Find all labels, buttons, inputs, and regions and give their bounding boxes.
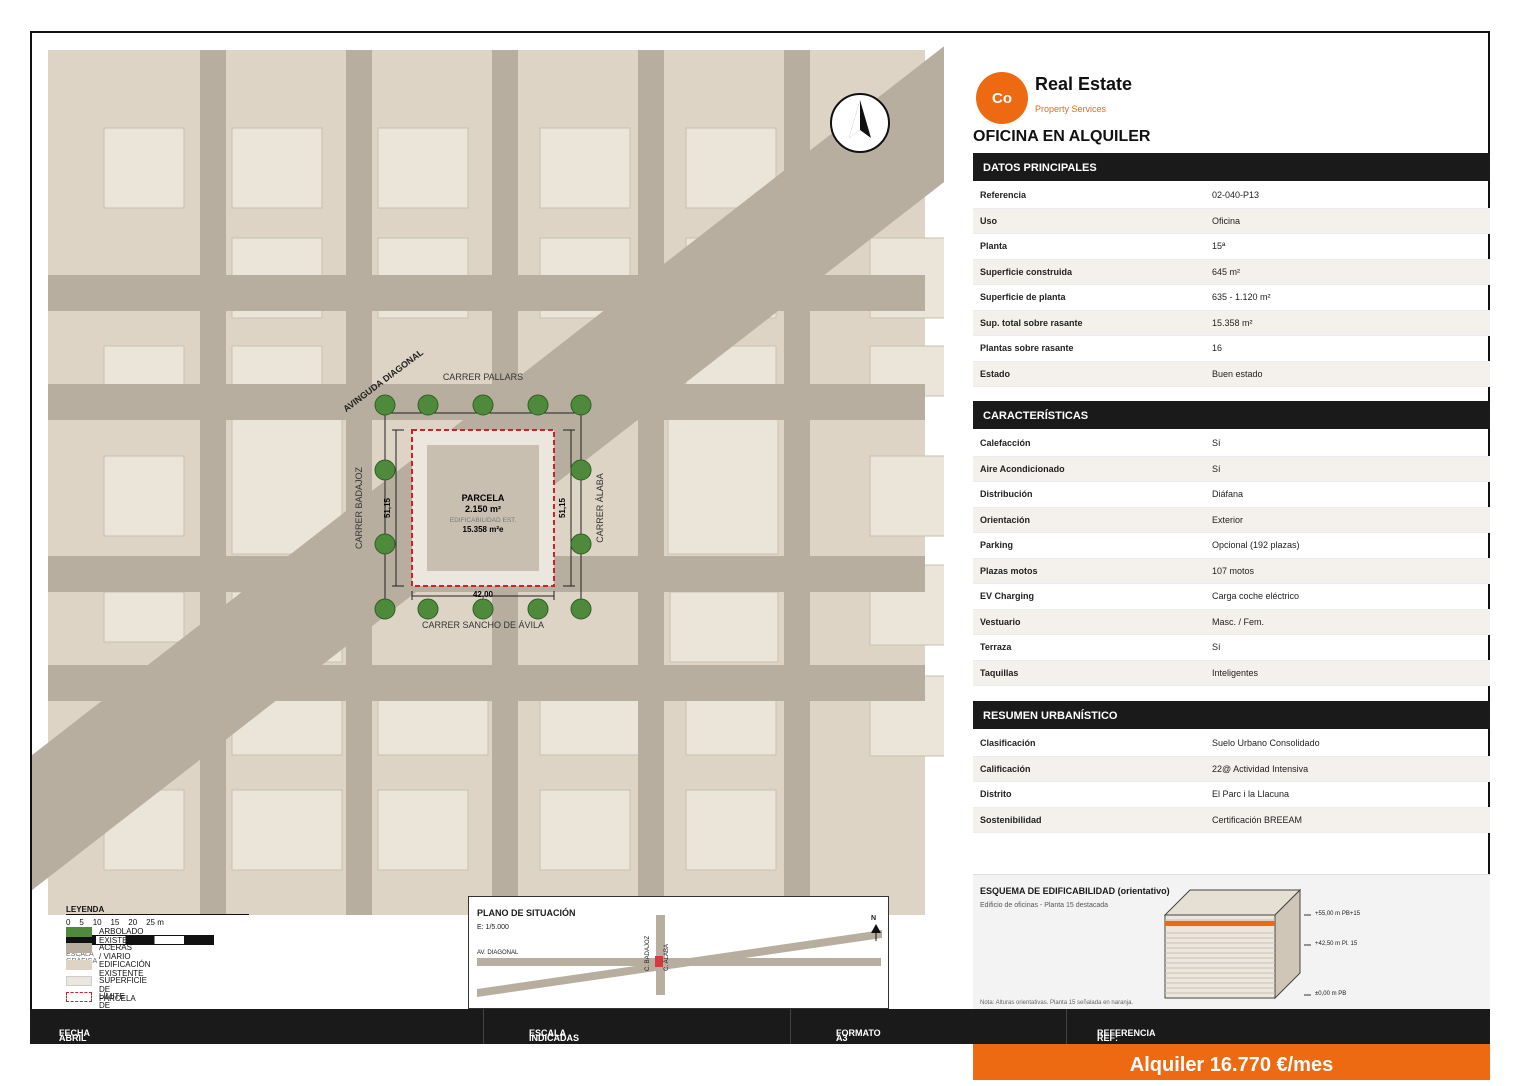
brand-name: Real Estate: [1035, 74, 1133, 94]
north-arrow-icon: [830, 93, 890, 153]
parcel-area: 2.150 m²: [465, 504, 501, 514]
table-row: EV Charging Carga coche eléctrico: [973, 584, 1490, 610]
parcel-edif-value: 15.358 m²e: [463, 525, 504, 534]
street-east: CARRER ÁLABA: [595, 473, 605, 543]
tree-icon: [374, 394, 396, 416]
table-row: Terraza Sí: [973, 635, 1490, 661]
building-block-icon: [1163, 888, 1311, 1000]
parcel-label: PARCELA: [462, 493, 505, 503]
street-west: CARRER BADAJOZ: [354, 466, 364, 549]
level-15: +42,50 m Pl. 15: [1315, 941, 1358, 947]
tree-icon: [527, 394, 549, 416]
table-row: Sup. total sobre rasante 15.358 m²: [973, 310, 1490, 336]
brand-tagline: Property Services: [1035, 104, 1107, 114]
legend: LEYENDA 0 5 10 15 20 25 m ESCALA GRÁFICA…: [66, 905, 249, 1019]
section-heading: DATOS PRINCIPALES: [973, 153, 1490, 181]
location-plan: PLANO DE SITUACIÓN E: 1/5.000 AV. DIAGON…: [468, 896, 889, 1009]
table-row: Planta 15ª: [973, 234, 1490, 260]
table-row: Clasificación Suelo Urbano Consolidado: [973, 731, 1490, 757]
table-row: Superficie de planta 635 - 1.120 m²: [973, 285, 1490, 311]
level-ground: ±0,00 m PB: [1315, 991, 1347, 997]
loc-badajoz: C. BADAJOZ: [645, 935, 651, 971]
diagram-note: Nota: Alturas orientativas. Planta 15 se…: [980, 1000, 1134, 1006]
tree-icon: [472, 598, 494, 620]
table-row: Distrito El Parc i la Llacuna: [973, 782, 1490, 808]
site-map: PARCELA 2.150 m² EDIFICABILIDAD EST. 15.…: [32, 46, 944, 915]
tree-icon: [527, 598, 549, 620]
table-row: Plantas sobre rasante 16: [973, 336, 1490, 362]
tree-icon: [570, 533, 592, 555]
table-row: Vestuario Masc. / Fem.: [973, 609, 1490, 635]
tree-icon: [570, 394, 592, 416]
level-top: +55,00 m PB+15: [1315, 911, 1361, 917]
page-title: OFICINA EN ALQUILER: [973, 128, 1151, 145]
brand-logo: Co: [976, 72, 1028, 124]
loc-alaba: C. ÁLABA: [664, 943, 670, 971]
table-row: Taquillas Inteligentes: [973, 660, 1490, 686]
tree-icon: [417, 394, 439, 416]
datos-principales: DATOS PRINCIPALES Referencia 02-040-P13 U…: [973, 153, 1490, 387]
table-row: Plazas motos 107 motos: [973, 558, 1490, 584]
resumen-urbanistico: RESUMEN URBANÍSTICO Clasificación Suelo U…: [973, 701, 1490, 833]
dim-right: 51,15: [558, 497, 567, 518]
tree-icon: [374, 598, 396, 620]
table-row: Distribución Diáfana: [973, 482, 1490, 508]
tree-icon: [374, 459, 396, 481]
loc-north: N: [871, 915, 877, 922]
buildability-diagram: ESQUEMA DE EDIFICABILIDAD (orientativo) …: [973, 874, 1490, 1011]
dim-bottom: 42,00: [473, 590, 494, 599]
legend-title: LEYENDA: [66, 905, 105, 914]
tree-icon: [570, 598, 592, 620]
table-row: Aire Acondicionado Sí: [973, 456, 1490, 482]
table-row: Orientación Exterior: [973, 507, 1490, 533]
dim-left: 51,15: [383, 497, 392, 518]
table-row: Uso Oficina: [973, 208, 1490, 234]
table-row: Parking Opcional (192 plazas): [973, 533, 1490, 559]
caracteristicas: CARACTERÍSTICAS Calefacción Sí Aire Acond…: [973, 401, 1490, 686]
parcel-edif-label: EDIFICABILIDAD EST.: [450, 517, 517, 524]
table-row: Calefacción Sí: [973, 431, 1490, 457]
tree-icon: [374, 533, 396, 555]
table-row: Superficie construida 645 m²: [973, 259, 1490, 285]
rental-price: Alquiler 16.770 €/mes: [973, 1044, 1490, 1080]
street-north: CARRER PALLARS: [443, 372, 523, 382]
table-row: Calificación 22@ Actividad Intensiva: [973, 756, 1490, 782]
loc-diagonal: AV. DIAGONAL: [477, 950, 519, 956]
section-heading: CARACTERÍSTICAS: [973, 401, 1490, 429]
tree-icon: [570, 459, 592, 481]
scale-ticks: 0 5 10 15 20 25 m: [66, 918, 164, 927]
street-south: CARRER SANCHO DE ÁVILA: [422, 620, 544, 630]
table-row: Referencia 02-040-P13: [973, 183, 1490, 209]
table-row: Sostenibilidad Certificación BREEAM: [973, 807, 1490, 833]
table-row: Estado Buen estado: [973, 361, 1490, 387]
title-block: FECHA ABRIL 2026 ESCALA INDICADAS FORMAT…: [30, 1009, 1490, 1073]
tree-icon: [472, 394, 494, 416]
section-heading: RESUMEN URBANÍSTICO: [973, 701, 1490, 729]
tree-icon: [417, 598, 439, 620]
legend-item: ACERAS / VIARIO: [99, 943, 132, 961]
